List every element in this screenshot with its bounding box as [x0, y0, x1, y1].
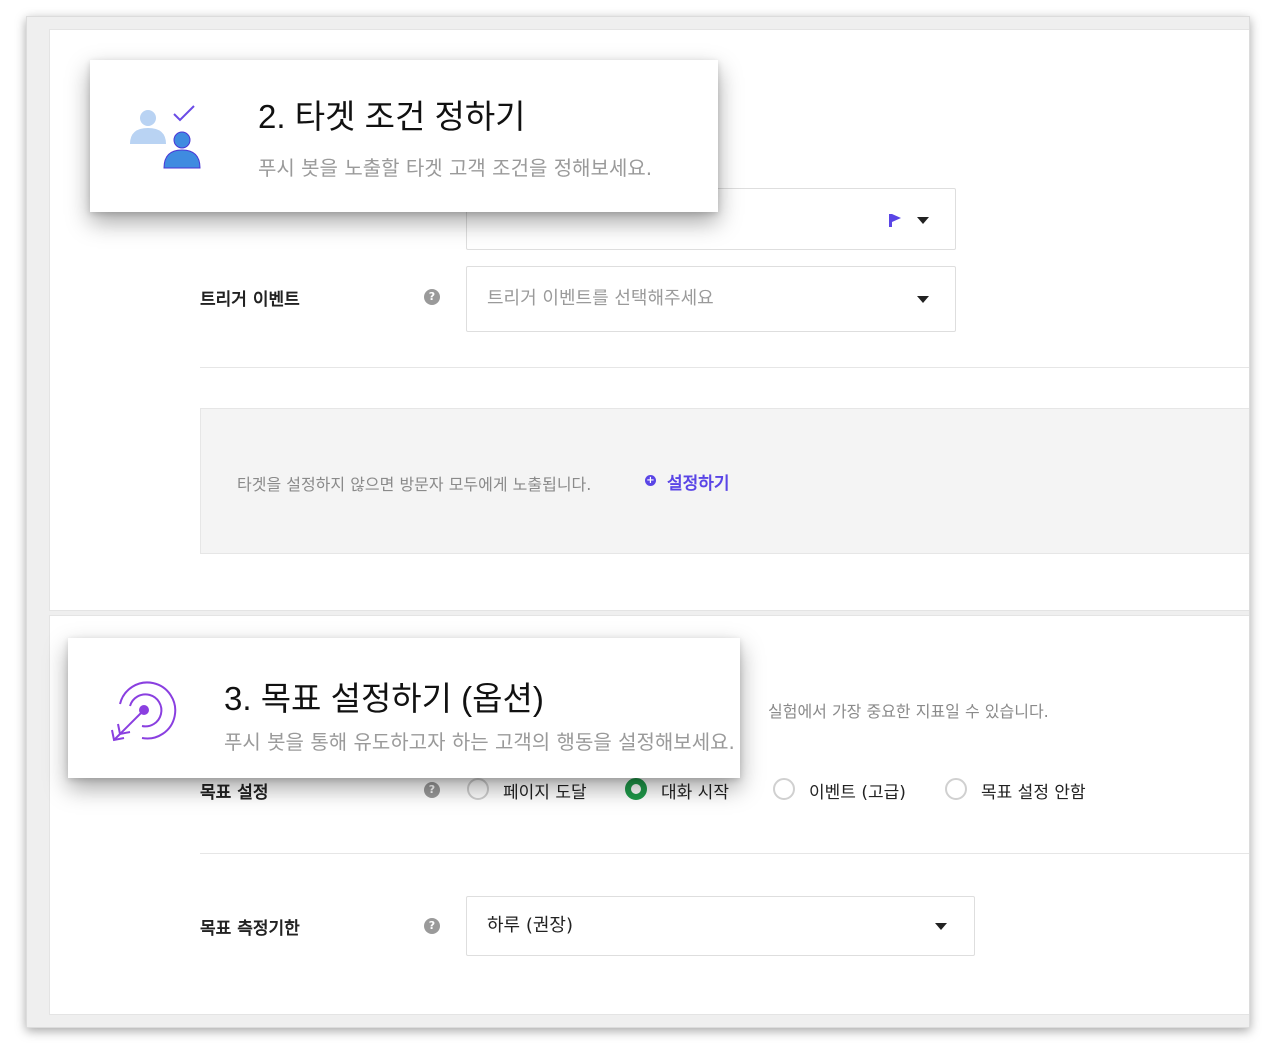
flag-shape	[892, 214, 901, 222]
target-arrow-icon	[111, 681, 177, 742]
target-step-subtitle: 푸시 봇을 노출할 타겟 고객 조건을 정해보세요.	[258, 156, 653, 180]
measure-period-select[interactable]: 하루 (권장)	[466, 896, 975, 956]
goal-description: 실험에서 가장 중요한 지표일 수 있습니다.	[768, 702, 1049, 721]
chevron-down-icon	[917, 296, 929, 303]
help-icon[interactable]: ?	[424, 289, 440, 305]
target-notice-box: 타겟을 설정하지 않으면 방문자 모두에게 노출됩니다. + 설정하기	[200, 408, 1249, 554]
notice-message: 타겟을 설정하지 않으면 방문자 모두에게 노출됩니다.	[237, 475, 592, 494]
help-icon[interactable]: ?	[424, 918, 440, 934]
radio-circle	[773, 778, 795, 800]
chevron-down-icon	[917, 217, 929, 224]
radio-circle	[945, 778, 967, 800]
trigger-event-select[interactable]: 트리거 이벤트를 선택해주세요	[466, 266, 956, 332]
measure-period-value: 하루 (권장)	[487, 915, 574, 936]
help-icon[interactable]: ?	[424, 782, 440, 798]
goal-setting-label: 목표 설정	[200, 783, 269, 803]
goal-step-title: 3. 목표 설정하기 (옵션)	[224, 680, 544, 717]
target-users-icon	[130, 105, 201, 169]
goal-step-subtitle: 푸시 봇을 통해 유도하고자 하는 고객의 행동을 설정해보세요.	[224, 730, 735, 754]
plus-circle-icon: +	[645, 475, 656, 486]
radio-circle-selected	[625, 778, 647, 800]
target-step-callout: 2. 타겟 조건 정하기 푸시 봇을 노출할 타겟 고객 조건을 정해보세요.	[90, 60, 718, 212]
section-divider	[200, 367, 1249, 368]
radio-label: 페이지 도달	[503, 783, 587, 803]
setup-link-label: 설정하기	[667, 474, 730, 494]
target-step-title: 2. 타겟 조건 정하기	[258, 98, 526, 135]
radio-label: 목표 설정 안함	[981, 783, 1086, 803]
radio-circle	[467, 778, 489, 800]
radio-label: 대화 시작	[661, 783, 729, 803]
chevron-down-icon	[935, 923, 947, 930]
trigger-event-placeholder: 트리거 이벤트를 선택해주세요	[487, 288, 714, 309]
radio-label: 이벤트 (고급)	[809, 783, 906, 803]
goal-step-callout: 3. 목표 설정하기 (옵션) 푸시 봇을 통해 유도하고자 하는 고객의 행동…	[68, 638, 740, 778]
measure-period-label: 목표 측정기한	[200, 919, 300, 939]
trigger-event-label: 트리거 이벤트	[200, 290, 300, 310]
setup-link[interactable]: + 설정하기	[645, 469, 730, 494]
section-divider	[200, 853, 1249, 854]
